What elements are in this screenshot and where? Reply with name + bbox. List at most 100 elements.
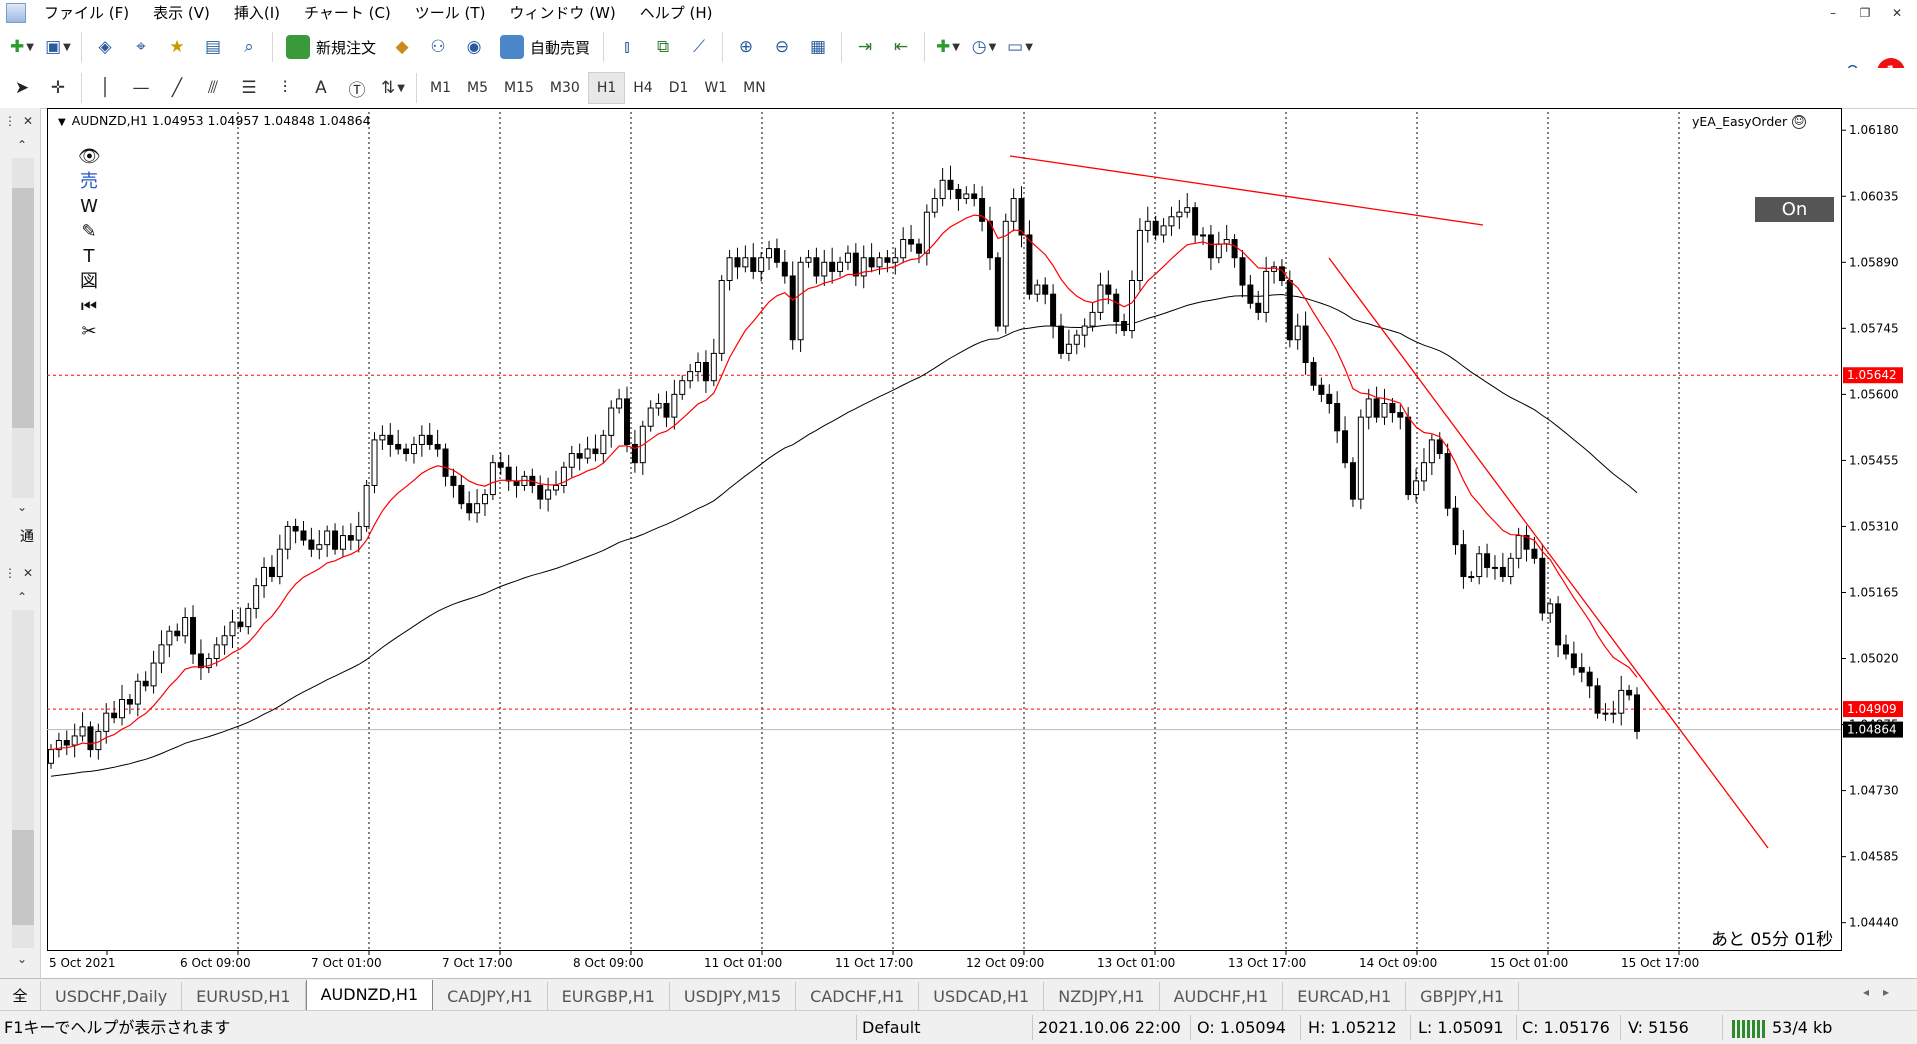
tab-usdjpy-m15[interactable]: USDJPY,M15 [670,982,797,1011]
profiles-icon[interactable]: ▣ ▼ [42,31,74,63]
tab-eurusd-h1[interactable]: EURUSD,H1 [182,982,306,1011]
timeframe-m15[interactable]: M15 [496,73,542,103]
timeframe-h1[interactable]: H1 [587,72,626,104]
panel-grip-icon[interactable]: ⋮ [0,564,20,582]
price-tick-label: 1.05310 [1849,519,1899,533]
trendline-icon[interactable]: ╱ [161,72,193,104]
candle-body [363,484,370,527]
panel-close-icon[interactable]: ✕ [18,564,38,582]
arrows-icon[interactable]: ⇅ ▼ [377,72,409,104]
restore-icon[interactable]: ❐ [1849,0,1881,26]
picture-icon[interactable]: 図 [78,269,100,294]
tab-eurgbp-h1[interactable]: EURGBP,H1 [548,982,670,1011]
navigator-icon[interactable]: ★ [161,31,193,63]
candlestick-icon[interactable]: ⧉ [647,31,679,63]
tab-gbpjpy-h1[interactable]: GBPJPY,H1 [1406,982,1520,1011]
menu-chart[interactable]: チャート (C) [292,0,403,26]
menu-file[interactable]: ファイル (F) [32,0,141,26]
close-icon[interactable]: ✕ [1881,0,1913,26]
tab-nzdjpy-h1[interactable]: NZDJPY,H1 [1044,982,1160,1011]
timeframe-m5[interactable]: M5 [459,73,496,103]
panel-close-icon[interactable]: ✕ [18,112,38,130]
chart-window[interactable]: 1.06180 1.06035 1.05890 1.05745 1.05600 1.054… [47,108,1917,978]
tab-usdcad-h1[interactable]: USDCAD,H1 [919,982,1045,1011]
new-order-button[interactable]: 新規注文 [278,31,384,63]
text-label-icon[interactable]: Ⓣ [341,72,373,104]
vertical-line-icon[interactable]: │ [89,72,121,104]
tab-cadchf-h1[interactable]: CADCHF,H1 [796,982,920,1011]
cursor-icon[interactable]: ➤ [6,72,38,104]
candle-body [190,617,197,655]
data-window-icon[interactable]: ⌖ [125,31,157,63]
timeframe-h4[interactable]: H4 [625,73,660,103]
crosshair-icon[interactable]: ✛ [42,72,74,104]
tab-audnzd-h1[interactable]: AUDNZD,H1 [305,980,434,1011]
terminal-icon[interactable]: ▤ [197,31,229,63]
zoom-in-icon[interactable]: ⊕ [730,31,762,63]
w-icon[interactable]: W [78,194,100,219]
auto-trading-button[interactable]: 自動売買 [492,31,598,63]
rewind-icon[interactable]: ⏮ [78,294,100,319]
timeframe-m30[interactable]: M30 [542,73,588,103]
candle-body [308,539,315,550]
new-chart-icon[interactable]: ✚ ▼ [6,31,38,63]
text-tool-icon[interactable]: A [305,72,337,104]
eye-icon[interactable]: 👁 [78,144,101,169]
signals-icon[interactable]: ⚇ [422,31,454,63]
panel-grip-icon[interactable]: ⋮ [0,112,20,130]
bar-chart-icon[interactable]: ⫾ [611,31,643,63]
text-icon[interactable]: T [78,244,100,269]
pencil-icon[interactable]: ✎ [78,219,100,244]
tab-audchf-h1[interactable]: AUDCHF,H1 [1160,982,1284,1011]
radio-icon[interactable]: ◉ [458,31,490,63]
market-watch-icon[interactable]: ◈ [89,31,121,63]
scroll-down-icon[interactable]: ⌄ [12,498,32,516]
chart-menu-triangle-icon[interactable]: ▼ [58,117,66,128]
menu-insert[interactable]: 挿入(I) [222,0,292,26]
horizontal-line-icon[interactable]: — [125,72,157,104]
candle-body [1176,211,1183,218]
scroll-down-icon[interactable]: ⌄ [12,950,32,968]
sell-icon[interactable]: 売 [78,169,100,194]
tile-windows-icon[interactable]: ▦ [802,31,834,63]
scrollbar-thumb[interactable] [12,188,34,428]
menu-tools[interactable]: ツール (T) [403,0,498,26]
candle-body [245,607,252,628]
all-tab[interactable]: 全 [0,981,41,1011]
scroll-up-icon[interactable]: ⌃ [12,588,32,606]
tab-scroll-arrows[interactable]: ◂▸ [1863,985,1903,999]
app-icon[interactable] [6,3,26,23]
scroll-up-icon[interactable]: ⌃ [12,136,32,154]
templates-icon[interactable]: ▭ ▼ [1004,31,1036,63]
menu-window[interactable]: ウィンドウ (W) [497,0,627,26]
zoom-out-icon[interactable]: ⊖ [766,31,798,63]
minimize-icon[interactable]: – [1817,0,1849,26]
line-chart-icon[interactable]: ⟋ [683,31,715,63]
periods-icon[interactable]: ◷ ▼ [968,31,1000,63]
metaeditor-icon[interactable]: ◆ [386,31,418,63]
candle-body [1397,412,1404,418]
timeframe-d1[interactable]: D1 [661,73,697,103]
timeframe-w1[interactable]: W1 [696,73,735,103]
timeframe-m1[interactable]: M1 [422,73,459,103]
tab-cadjpy-h1[interactable]: CADJPY,H1 [433,982,548,1011]
tab-eurcad-h1[interactable]: EURCAD,H1 [1283,982,1407,1011]
smiley-icon[interactable]: ☺ [1792,114,1807,129]
indicators-icon[interactable]: ✚ ▼ [932,31,964,63]
menu-help[interactable]: ヘルプ (H) [628,0,725,26]
strategy-tester-icon[interactable]: ⌕ [233,31,265,63]
scrollbar-thumb[interactable] [12,830,34,925]
ea-on-button[interactable]: On [1755,197,1834,222]
menu-view[interactable]: 表示 (V) [141,0,222,26]
panel-tab-label[interactable]: 通 [20,526,34,546]
equidistant-channel-icon[interactable]: ⫻ [197,72,229,104]
candle-body [687,371,694,382]
tab-usdchf-daily[interactable]: USDCHF,Daily [41,982,183,1011]
timeframe-mn[interactable]: MN [735,73,774,103]
fibonacci-fan-icon[interactable]: ⫶ [269,72,301,104]
scissors-icon[interactable]: ✂ [78,319,100,344]
autoscroll-icon[interactable]: ⇥ [849,31,881,63]
chart-shift-icon[interactable]: ⇤ [885,31,917,63]
price-chart[interactable]: 1.06180 1.06035 1.05890 1.05745 1.05600 1.054… [47,108,1917,978]
fibonacci-retracement-icon[interactable]: ☰ [233,72,265,104]
